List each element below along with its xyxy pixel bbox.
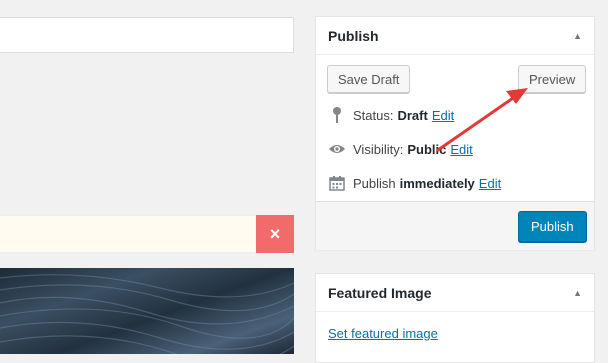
eye-icon xyxy=(328,140,346,158)
publish-box-title: Publish xyxy=(328,27,379,44)
save-draft-button[interactable]: Save Draft xyxy=(327,65,411,93)
collapse-arrow-icon[interactable]: ▲ xyxy=(573,288,582,298)
texture-lines xyxy=(0,274,294,354)
featured-image-box: Featured Image ▲ Set featured image xyxy=(315,273,595,363)
status-label: Status: xyxy=(353,107,394,123)
visibility-label: Visibility: xyxy=(353,141,404,157)
collapse-arrow-icon[interactable]: ▲ xyxy=(573,31,582,41)
publish-button[interactable]: Publish xyxy=(518,211,587,242)
publish-box: Publish ▲ Save Draft Preview Status: Dra… xyxy=(315,16,595,250)
featured-image-header[interactable]: Featured Image ▲ xyxy=(316,274,594,312)
calendar-icon xyxy=(328,174,346,192)
notice-close-button[interactable]: × xyxy=(256,215,294,253)
set-featured-image-link[interactable]: Set featured image xyxy=(328,326,438,341)
visibility-row: Visibility: Public Edit xyxy=(328,140,473,158)
post-content-image xyxy=(0,268,294,354)
post-title-input[interactable] xyxy=(0,17,294,53)
publish-box-header[interactable]: Publish ▲ xyxy=(316,17,594,55)
notice-bar xyxy=(0,215,256,253)
pin-icon xyxy=(328,106,346,124)
schedule-label: Publish xyxy=(353,175,396,191)
featured-image-title: Featured Image xyxy=(328,284,432,301)
status-row: Status: Draft Edit xyxy=(328,106,454,124)
status-value: Draft xyxy=(397,107,428,123)
schedule-row: Publish immediately Edit xyxy=(328,174,501,192)
visibility-value: Public xyxy=(407,141,447,157)
schedule-value: immediately xyxy=(399,175,475,191)
schedule-edit-link[interactable]: Edit xyxy=(479,176,501,191)
status-edit-link[interactable]: Edit xyxy=(432,108,454,123)
visibility-edit-link[interactable]: Edit xyxy=(450,142,472,157)
preview-button[interactable]: Preview xyxy=(518,65,587,93)
